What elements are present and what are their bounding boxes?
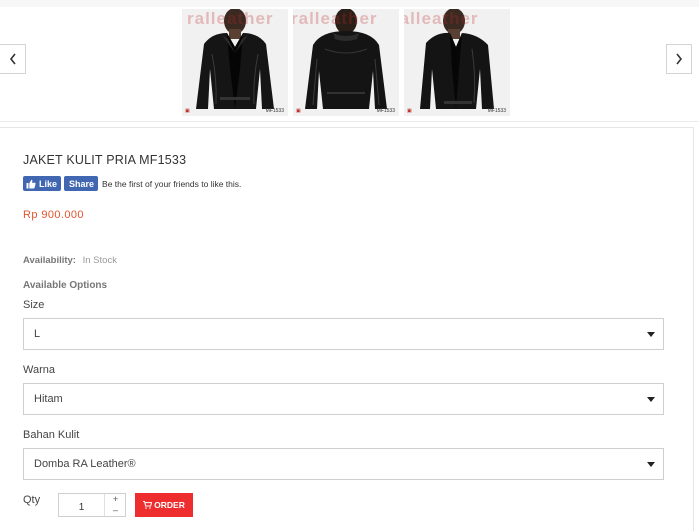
thumbnail-side-view[interactable]: ralleather ▣ MF1533 — [404, 9, 510, 116]
thumbnail-brand-mark: ▣ — [296, 108, 301, 114]
thumbnail-code: MF1533 — [376, 108, 395, 114]
facebook-like-button[interactable]: Like — [23, 176, 62, 191]
like-label: Like — [39, 178, 58, 189]
availability-row: Availability: In Stock — [23, 255, 117, 266]
product-title: JAKET KULIT PRIA MF1533 — [23, 153, 187, 167]
thumbnail-back-view[interactable]: ralleather ▣ MF1533 — [293, 9, 399, 116]
facebook-share-button[interactable]: Share — [64, 176, 99, 191]
thumbnail-brand-mark: ▣ — [185, 108, 190, 114]
facebook-social-bar: Like Share Be the first of your friends … — [23, 176, 241, 191]
carousel-next-button[interactable] — [666, 44, 692, 74]
size-selected-value: L — [34, 328, 41, 340]
order-label: ORDER — [154, 500, 185, 510]
thumbnail-brand-mark: ▣ — [407, 108, 412, 114]
product-image-carousel: ralleather ▣ MF1533 ralleather ▣ MF1533 — [0, 0, 699, 122]
thumbnail-front-view[interactable]: ralleather ▣ MF1533 — [182, 9, 288, 116]
cart-icon — [143, 501, 153, 509]
thumbs-up-icon — [26, 179, 36, 188]
thumbnail-code: MF1533 — [265, 108, 284, 114]
available-options-heading: Available Options — [23, 280, 108, 291]
product-details-panel: JAKET KULIT PRIA MF1533 Like Share Be th… — [0, 127, 694, 531]
availability-label: Availability: — [23, 255, 76, 266]
chevron-left-icon — [9, 53, 16, 65]
order-button[interactable]: ORDER — [135, 493, 193, 517]
chevron-right-icon — [676, 53, 683, 65]
warna-select[interactable]: Hitam — [23, 383, 664, 415]
bahan-kulit-selected-value: Domba RA Leather® — [34, 458, 136, 470]
bahan-kulit-select[interactable]: Domba RA Leather® — [23, 448, 664, 480]
qty-label: Qty — [23, 494, 41, 506]
caret-down-icon — [647, 332, 655, 337]
watermark-text: ralleather — [404, 9, 479, 28]
share-label: Share — [69, 178, 95, 189]
quantity-decrease-button[interactable]: – — [104, 505, 126, 516]
quantity-stepper: + – — [58, 493, 126, 517]
facebook-social-text: Be the first of your friends to like thi… — [102, 178, 242, 189]
watermark-text: ralleather — [187, 9, 274, 28]
warna-selected-value: Hitam — [34, 393, 63, 405]
size-label: Size — [23, 299, 45, 311]
watermark-text: ralleather — [293, 9, 378, 28]
caret-down-icon — [647, 462, 655, 467]
thumbnail-code: MF1533 — [487, 108, 506, 114]
carousel-top-strip — [0, 0, 699, 7]
bahan-kulit-label: Bahan Kulit — [23, 429, 80, 441]
product-price: Rp 900.000 — [23, 209, 84, 221]
quantity-input[interactable] — [59, 494, 104, 516]
size-select[interactable]: L — [23, 318, 664, 350]
quantity-increase-button[interactable]: + — [104, 494, 126, 505]
availability-value: In Stock — [82, 255, 117, 266]
caret-down-icon — [647, 397, 655, 402]
carousel-prev-button[interactable] — [0, 44, 26, 74]
warna-label: Warna — [23, 364, 55, 376]
